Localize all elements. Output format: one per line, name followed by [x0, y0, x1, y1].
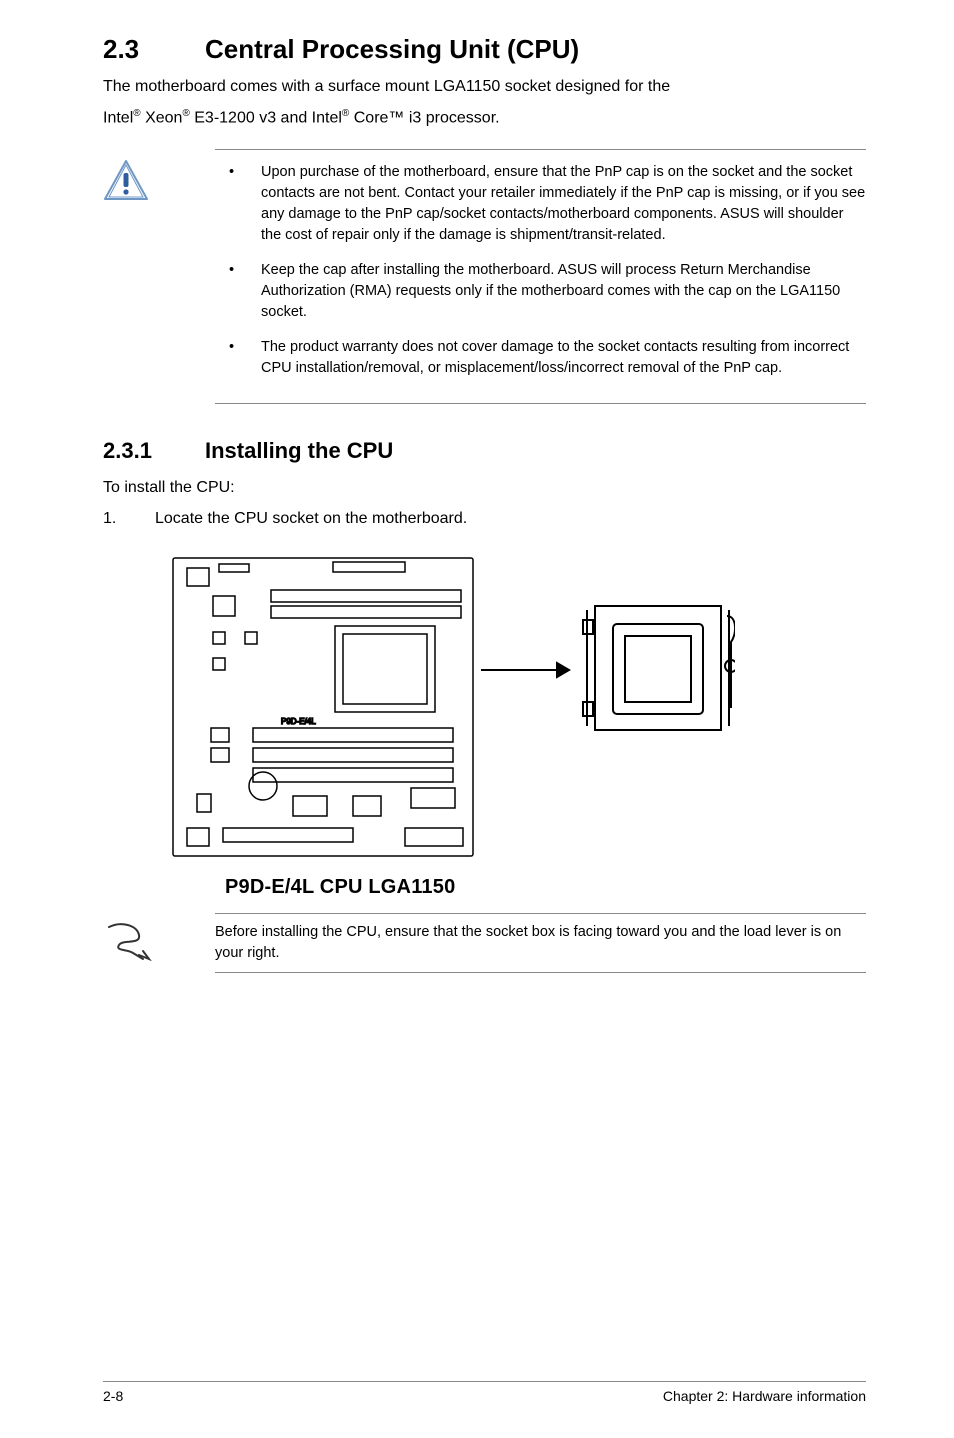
svg-text:P9D-E/4L: P9D-E/4L [281, 717, 316, 726]
warning-callout: Upon purchase of the motherboard, ensure… [103, 149, 866, 404]
note-text: Before installing the CPU, ensure that t… [215, 922, 866, 964]
warning-list: Upon purchase of the motherboard, ensure… [215, 162, 866, 379]
footer-chapter: Chapter 2: Hardware information [663, 1388, 866, 1404]
note-body: Before installing the CPU, ensure that t… [215, 913, 866, 973]
warning-body: Upon purchase of the motherboard, ensure… [215, 149, 866, 404]
note-icon-slot [103, 913, 215, 965]
registered-mark: ® [182, 108, 189, 119]
section-heading: 2.3 Central Processing Unit (CPU) [103, 34, 866, 65]
text-fragment: E3-1200 v3 and Intel [190, 109, 342, 126]
section-title: Central Processing Unit (CPU) [205, 34, 579, 65]
warning-item: Upon purchase of the motherboard, ensure… [215, 162, 866, 246]
diagram-caption: P9D-E/4L CPU LGA1150 [225, 876, 866, 899]
page-footer: 2-8 Chapter 2: Hardware information [103, 1381, 866, 1404]
warning-item: Keep the cap after installing the mother… [215, 260, 866, 323]
install-intro: To install the CPU: [103, 476, 866, 501]
steps-list: Locate the CPU socket on the motherboard… [103, 507, 866, 532]
subsection-title: Installing the CPU [205, 438, 393, 464]
text-fragment: Core™ i3 processor. [349, 109, 499, 126]
step-item: Locate the CPU socket on the motherboard… [103, 507, 866, 532]
registered-mark: ® [133, 108, 140, 119]
motherboard-diagram-svg: P9D-E/4L [153, 550, 735, 870]
warning-icon-slot [103, 149, 215, 207]
intro-paragraph-line1: The motherboard comes with a surface mou… [103, 75, 866, 100]
warning-icon [103, 159, 149, 203]
subsection-number: 2.3.1 [103, 438, 205, 464]
subsection-heading: 2.3.1 Installing the CPU [103, 438, 866, 464]
note-callout: Before installing the CPU, ensure that t… [103, 913, 866, 973]
warning-item: The product warranty does not cover dama… [215, 337, 866, 379]
hand-note-icon [103, 923, 153, 961]
intro-paragraph-line2: Intel® Xeon® E3-1200 v3 and Intel® Core™… [103, 106, 866, 131]
cpu-socket-diagram: P9D-E/4L P9D-E [153, 550, 866, 899]
text-fragment: Xeon [141, 109, 183, 126]
section-number: 2.3 [103, 34, 205, 65]
footer-page-number: 2-8 [103, 1388, 123, 1404]
text-fragment: Intel [103, 109, 133, 126]
